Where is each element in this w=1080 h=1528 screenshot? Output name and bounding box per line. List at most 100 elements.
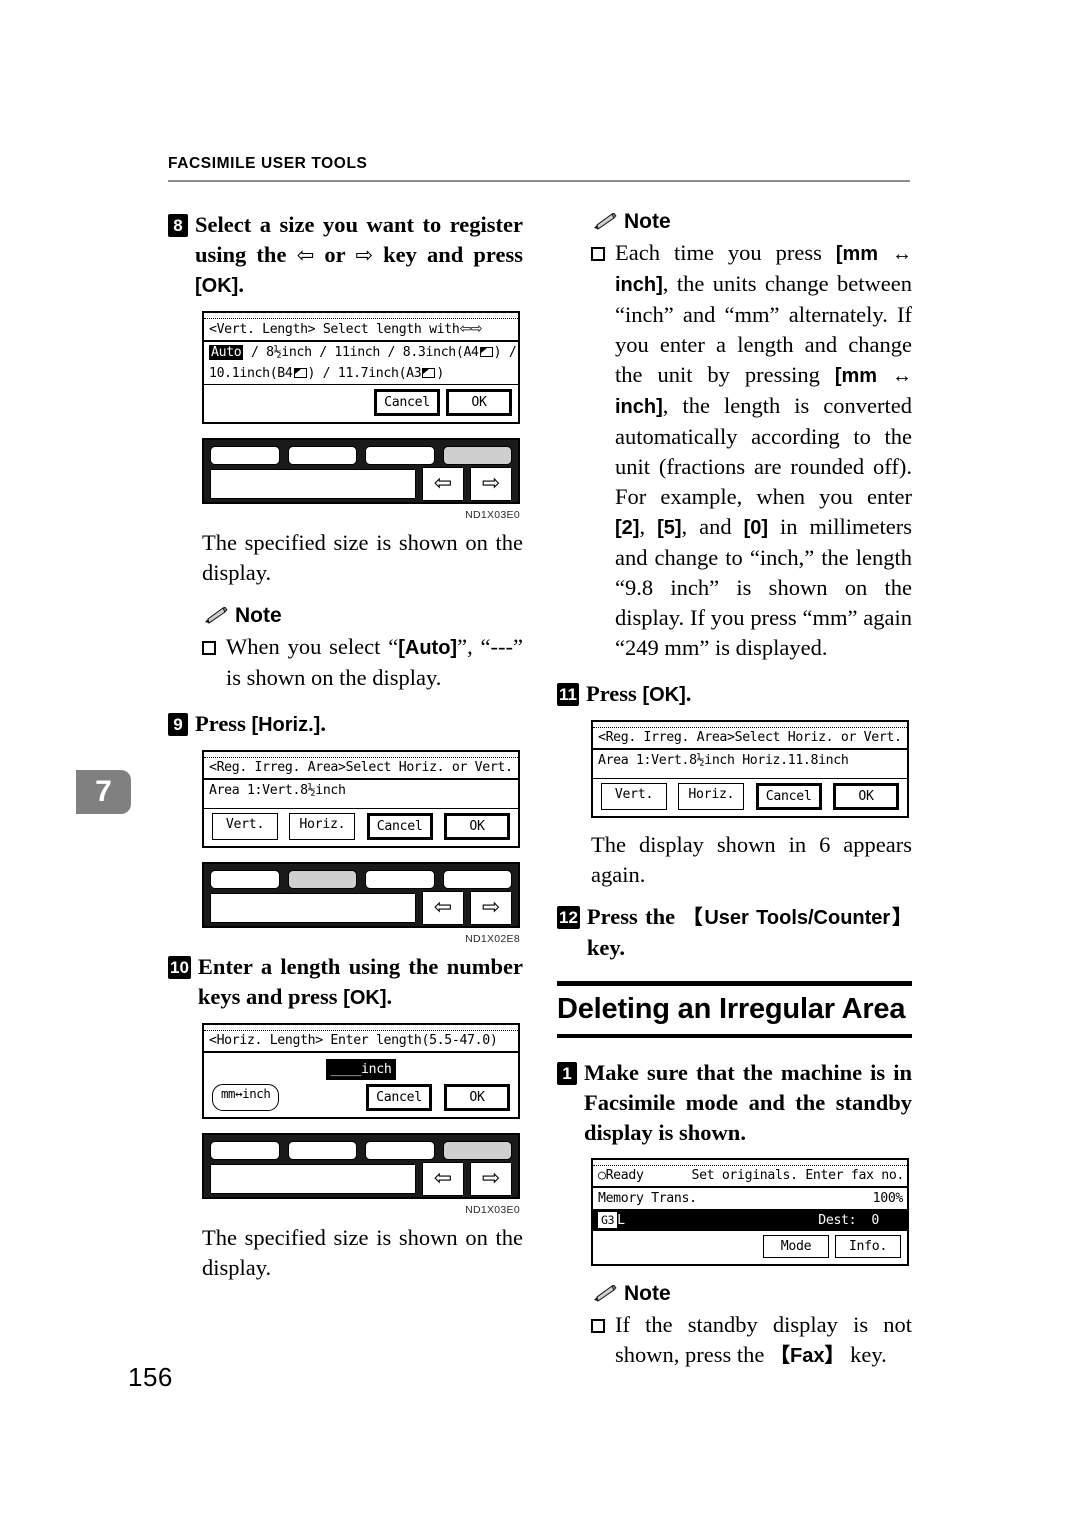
pencil-icon <box>202 606 228 625</box>
info-button[interactable]: Info. <box>835 1235 901 1258</box>
lcd-reg-area-line1: Area 1:Vert.8½inch <box>209 783 346 798</box>
header-rule <box>168 180 910 182</box>
note-bullet-icon <box>591 247 605 261</box>
lcd-vert-length-title: <Vert. Length> Select length with⇦⇨ <box>204 318 518 342</box>
note-bullet-icon <box>591 1319 605 1333</box>
lcd-horiz-length-title: <Horiz. Length> Enter length(5.5-47.0) <box>204 1030 518 1053</box>
cancel-button[interactable]: Cancel <box>755 783 822 810</box>
option-auto-selected[interactable]: Auto <box>209 345 244 360</box>
horiz-button[interactable]: Horiz. <box>678 783 745 810</box>
keypad-display-area <box>210 893 416 923</box>
softkey-1[interactable] <box>210 446 280 465</box>
dest-label: Dest: <box>818 1213 857 1228</box>
paper-orientation-icon <box>479 347 493 357</box>
note-text: When you select “[Auto]”, “---” is shown… <box>226 634 523 690</box>
paragraph-specified-size: The specified size is shown on the displ… <box>202 530 523 585</box>
ready-status-text: Ready <box>605 1168 644 1183</box>
user-tools-counter-keycap: 【User Tools/Counter】 <box>682 907 912 929</box>
standby-prompt: Set originals. Enter fax no. <box>691 1168 904 1183</box>
step-8-number: 8 <box>168 214 188 237</box>
pencil-icon <box>591 1284 617 1303</box>
note-text: If the standby display is not shown, pre… <box>615 1312 912 1367</box>
lcd-reg-area-title: <Reg. Irreg. Area>Select Horiz. or Vert. <box>204 757 518 780</box>
lcd-standby-status-row: ○Ready Set originals. Enter fax no. <box>593 1165 907 1188</box>
note-heading: Note <box>591 210 912 234</box>
keypad-illustration-1: ⇦ ⇨ ND1X03E0 <box>202 438 520 521</box>
keypad-illustration-2-wrap: ⇦ ⇨ ND1X02E8 <box>168 862 523 945</box>
memory-percent: 100% <box>872 1191 904 1206</box>
step-9-number: 9 <box>168 713 188 736</box>
note-item: Each time you press [mm ↔ inch], the uni… <box>591 238 912 663</box>
softkey-2-highlighted[interactable] <box>287 870 357 889</box>
right-column: Note Each time you press [mm ↔ inch], th… <box>557 210 912 1371</box>
ready-status-icon: ○ <box>598 1168 606 1183</box>
step-11-text: Press [OK]. <box>585 681 692 706</box>
left-arrow-key[interactable]: ⇦ <box>422 467 464 501</box>
softkey-1[interactable] <box>210 870 280 889</box>
lcd-standby-dest-row: G3 L Dest: 0 <box>593 1210 907 1231</box>
ok-button[interactable]: OK <box>444 1084 510 1111</box>
page-number: 156 <box>128 1362 173 1392</box>
step-12: 12 Press the 【User Tools/Counter】 key. <box>557 902 912 963</box>
softkey-4[interactable] <box>442 870 512 889</box>
lcd-reg-area-buttons: Vert. Horiz. Cancel OK <box>593 779 907 816</box>
softkey-4-highlighted[interactable] <box>442 446 512 465</box>
lcd-reg-area-title: <Reg. Irreg. Area>Select Horiz. or Vert. <box>593 727 907 750</box>
left-arrow-key[interactable]: ⇦ <box>422 1162 464 1196</box>
keypad-illustration-3-wrap: ⇦ ⇨ ND1X03E0 <box>168 1133 523 1216</box>
note-item: If the standby display is not shown, pre… <box>591 1310 912 1371</box>
lcd-reg-irreg-area-1: <Reg. Irreg. Area>Select Horiz. or Vert.… <box>202 750 520 848</box>
dest-count: 0 <box>871 1213 879 1228</box>
step-12-number: 12 <box>557 906 580 929</box>
running-head: FACSIMILE USER TOOLS <box>168 155 368 172</box>
keypad-illustration-1-wrap: ⇦ ⇨ ND1X03E0 <box>168 438 523 521</box>
softkey-3[interactable] <box>365 1141 435 1160</box>
ok-button[interactable]: OK <box>832 783 899 810</box>
softkey-4-highlighted[interactable] <box>442 1141 512 1160</box>
vert-button[interactable]: Vert. <box>601 783 667 810</box>
right-arrow-key[interactable]: ⇨ <box>470 1162 512 1196</box>
note-label: Note <box>624 1282 671 1305</box>
step-12-text: Press the 【User Tools/Counter】 key. <box>586 904 912 960</box>
softkey-1[interactable] <box>210 1141 280 1160</box>
left-arrow-key[interactable]: ⇦ <box>422 891 464 925</box>
arrow-key-pad: ⇦ ⇨ <box>422 467 512 501</box>
length-entry-field[interactable]: ____inch <box>326 1059 396 1080</box>
lcd-vert-length: <Vert. Length> Select length with⇦⇨ Auto… <box>202 311 520 424</box>
lcd-vert-length-buttons: Cancel OK <box>204 385 518 422</box>
softkey-2[interactable] <box>287 446 357 465</box>
paper-orientation-icon <box>293 368 307 378</box>
paragraph-specified-size-2: The specified size is shown on the displ… <box>202 1225 523 1280</box>
note-bullet-icon <box>202 641 216 655</box>
step-8-text: Select a size you want to register using… <box>195 212 523 297</box>
lcd-vert-length-options-line1: Auto / 8½inch / 11inch / 8.3inch(A4) / <box>209 345 517 360</box>
cancel-button[interactable]: Cancel <box>366 813 433 840</box>
cancel-button[interactable]: Cancel <box>374 389 440 416</box>
softkey-3[interactable] <box>365 446 435 465</box>
lcd-horiz-length-field-row: ____inch <box>204 1053 518 1080</box>
softkey-2[interactable] <box>287 1141 357 1160</box>
right-arrow-key[interactable]: ⇨ <box>470 467 512 501</box>
paragraph-display-again: The display shown in 6 appears again. <box>591 832 912 887</box>
figure-code: ND1X02E8 <box>465 933 520 945</box>
lcd-standby-display: ○Ready Set originals. Enter fax no. Memo… <box>591 1158 909 1266</box>
lcd-standby-memory-row: Memory Trans. 100% <box>593 1188 907 1210</box>
keypad-display-area <box>210 1164 416 1194</box>
right-arrow-key[interactable]: ⇨ <box>470 891 512 925</box>
softkey-3[interactable] <box>365 870 435 889</box>
step-8: 8 Select a size you want to register usi… <box>168 210 523 301</box>
horiz-button[interactable]: Horiz. <box>289 813 356 840</box>
vert-button[interactable]: Vert. <box>212 813 278 840</box>
cancel-button[interactable]: Cancel <box>366 1084 432 1111</box>
step-10-text: Enter a length using the number keys and… <box>197 954 523 1009</box>
step-11: 11 Press [OK]. <box>557 679 912 710</box>
pencil-icon <box>591 212 617 231</box>
mm-inch-toggle-button[interactable]: mm↔inch <box>212 1084 280 1111</box>
g3-line-badge-icon: G3 <box>598 1212 618 1228</box>
ok-button[interactable]: OK <box>446 389 512 416</box>
keypad-illustration-3: ⇦ ⇨ ND1X03E0 <box>202 1133 520 1216</box>
mode-button[interactable]: Mode <box>763 1235 829 1258</box>
ok-button[interactable]: OK <box>443 813 510 840</box>
arrow-key-pad: ⇦ ⇨ <box>422 1162 512 1196</box>
memory-trans-label: Memory Trans. <box>598 1191 697 1206</box>
